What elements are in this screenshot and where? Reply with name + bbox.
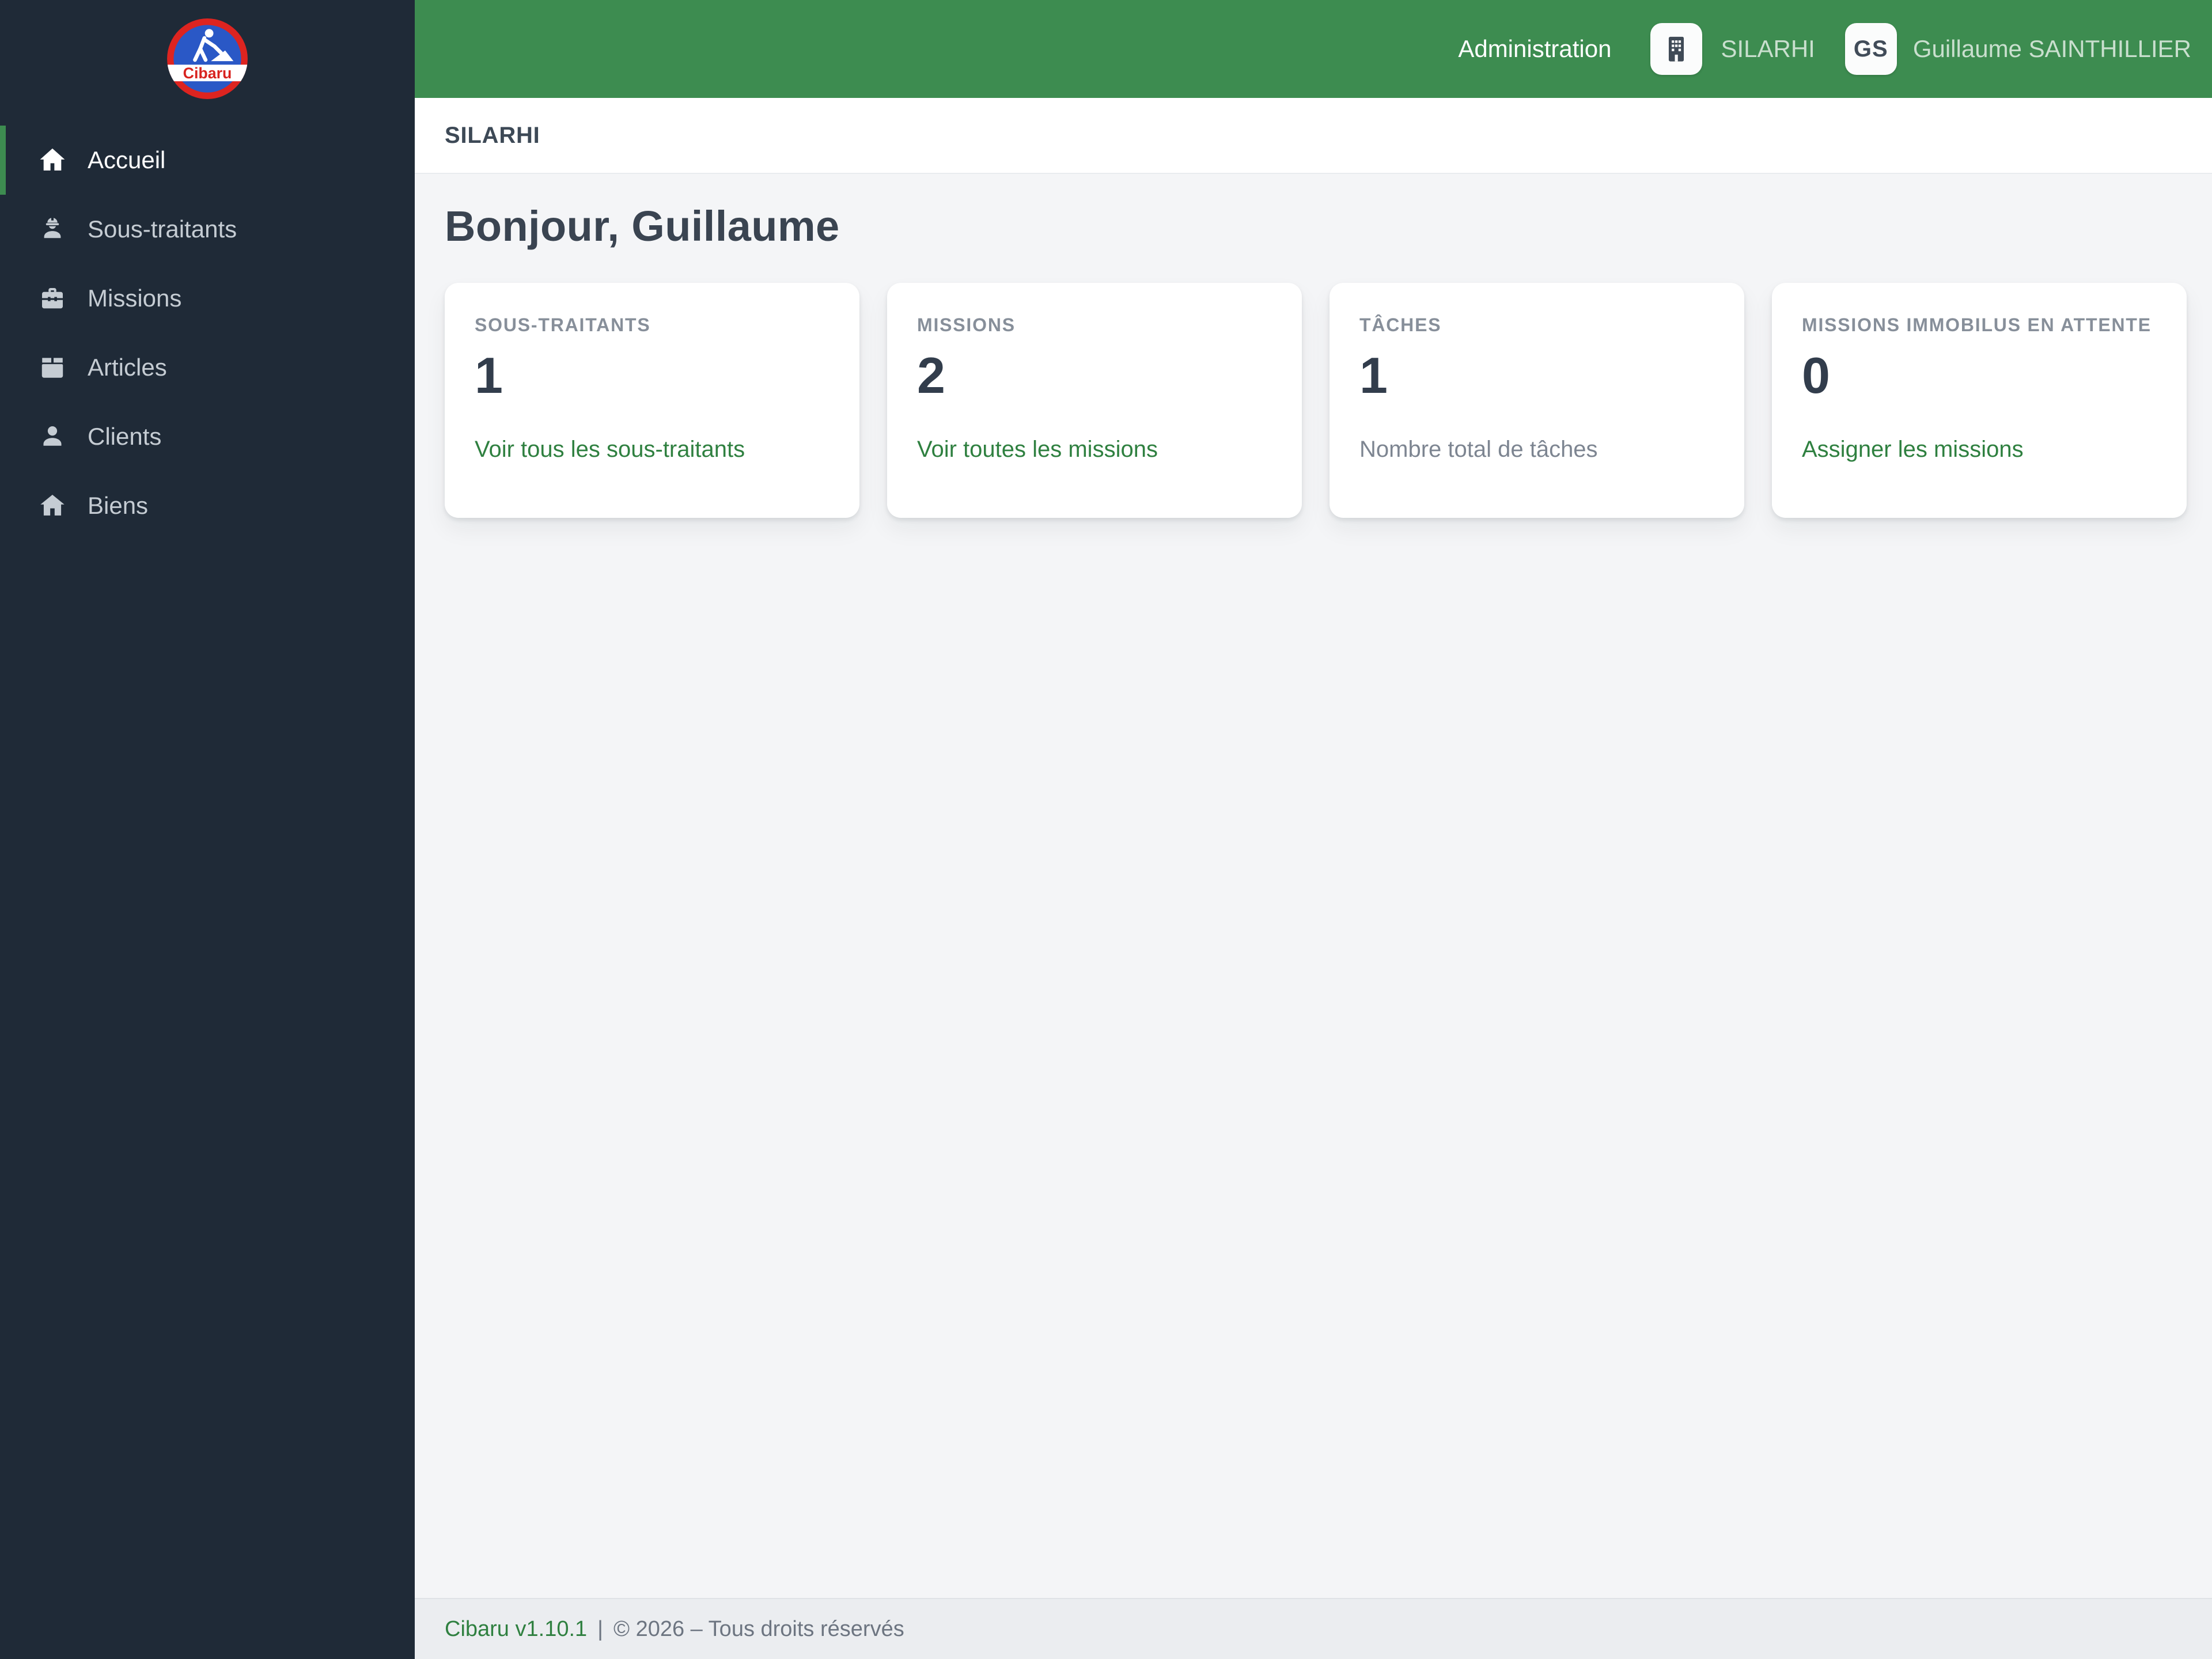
sidebar-item-label: Articles [88,354,167,381]
organization-name[interactable]: SILARHI [1721,35,1815,63]
card-value: 1 [1359,347,1388,404]
version-link[interactable]: Cibaru v1.10.1 [445,1617,587,1642]
card-label: SOUS-TRAITANTS [475,315,651,335]
card-value: 2 [917,347,945,404]
page-content: Bonjour, Guillaume SOUS-TRAITANTS 1 Voir… [415,174,2212,1598]
sidebar-item-label: Sous-traitants [88,215,237,243]
card-missions-immobilus: MISSIONS IMMOBILUS EN ATTENTE 0 Assigner… [1772,283,2187,518]
app-logo[interactable]: Cibaru [0,0,415,107]
logo-wordmark: Cibaru [183,65,232,82]
sidebar: Cibaru Accueil Sous-traitants Missions A… [0,0,415,1659]
card-note: Nombre total de tâches [1359,437,1598,463]
assign-missions-link[interactable]: Assigner les missions [1802,437,2024,463]
card-value: 0 [1802,347,1830,404]
view-sous-traitants-link[interactable]: Voir tous les sous-traitants [475,437,745,463]
app-window: Cibaru Accueil Sous-traitants Missions A… [0,0,2212,1659]
sidebar-item-clients[interactable]: Clients [0,402,415,471]
sidebar-item-label: Biens [88,492,149,519]
card-label: TÂCHES [1359,315,1442,335]
user-avatar[interactable]: GS [1844,23,1897,75]
card-taches: TÂCHES 1 Nombre total de tâches [1330,283,1744,518]
home-icon [37,145,68,176]
cibaru-logo-icon: Cibaru [167,18,248,99]
toolbox-icon [37,283,68,314]
sidebar-item-accueil[interactable]: Accueil [0,126,415,195]
sidebar-item-missions[interactable]: Missions [0,264,415,333]
sidebar-nav: Accueil Sous-traitants Missions Articles… [0,126,415,540]
card-label: MISSIONS [917,315,1016,335]
sidebar-item-label: Missions [88,285,182,312]
building-icon [1669,36,1684,62]
card-label: MISSIONS IMMOBILUS EN ATTENTE [1802,315,2152,335]
sidebar-item-label: Accueil [88,146,166,173]
card-sous-traitants: SOUS-TRAITANTS 1 Voir tous les sous-trai… [445,283,859,518]
card-missions: MISSIONS 2 Voir toutes les missions [887,283,1302,518]
admin-menu-link[interactable]: Administration [1458,35,1611,63]
view-missions-link[interactable]: Voir toutes les missions [917,437,1158,463]
page-title: Bonjour, Guillaume [445,202,840,250]
sidebar-item-articles[interactable]: Articles [0,333,415,402]
card-value: 1 [475,347,503,404]
breadcrumb-current: SILARHI [445,122,540,148]
main-column: Administration SILARHI GS Guillaume SAIN… [415,0,2212,1659]
house-icon [37,490,68,521]
package-icon [37,352,68,383]
sidebar-item-sous-traitants[interactable]: Sous-traitants [0,195,415,264]
breadcrumb: SILARHI [415,98,2212,174]
footer-separator: | [597,1616,604,1641]
stat-cards: SOUS-TRAITANTS 1 Voir tous les sous-trai… [445,283,2187,518]
sidebar-item-label: Clients [88,423,162,450]
page-footer: Cibaru v1.10.1 | © 2026 – Tous droits ré… [415,1598,2212,1659]
person-icon [37,421,68,452]
worker-icon [37,214,68,245]
sidebar-item-biens[interactable]: Biens [0,471,415,540]
user-name[interactable]: Guillaume SAINTHILLIER [1913,35,2191,63]
top-header: Administration SILARHI GS Guillaume SAIN… [415,0,2212,98]
organization-badge[interactable] [1650,23,1703,75]
copyright-text: © 2026 – Tous droits réservés [613,1616,904,1641]
